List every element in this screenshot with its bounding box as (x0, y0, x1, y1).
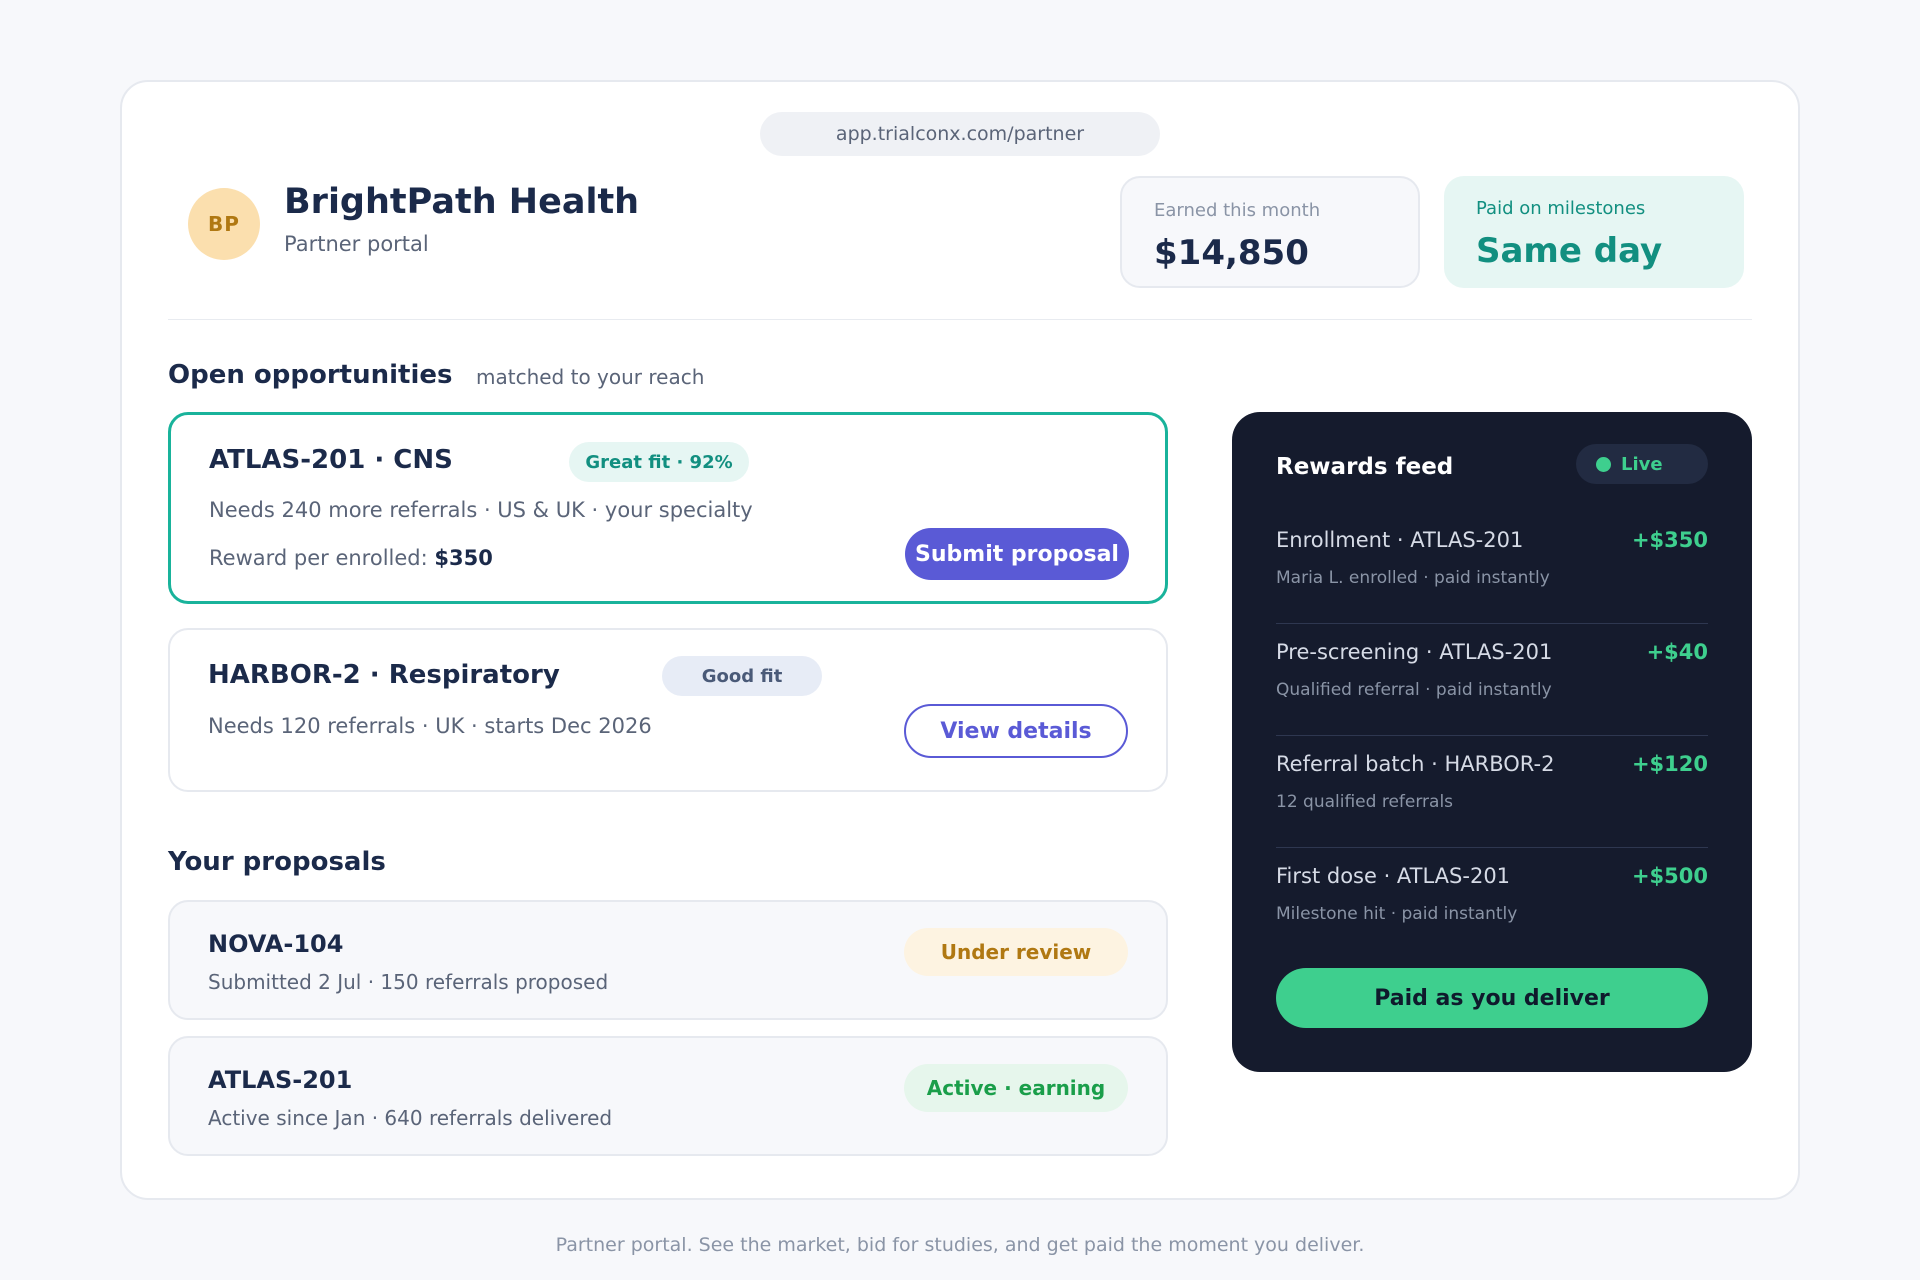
feed-item-name: First dose · ATLAS-201 (1276, 864, 1511, 888)
rewards-feed-panel: Rewards feed Live Enrollment · ATLAS-201… (1232, 412, 1752, 1072)
feed-item-amount: +$40 (1646, 640, 1708, 664)
status-badge: Active · earning (904, 1064, 1128, 1112)
rewards-feed-title: Rewards feed (1276, 454, 1454, 480)
feed-item: Enrollment · ATLAS-201 +$350 Maria L. en… (1276, 512, 1708, 624)
paid-stat-value: Same day (1476, 231, 1663, 271)
feed-item-amount: +$500 (1631, 864, 1708, 888)
fit-badge: Good fit (662, 656, 822, 696)
proposals-title: Your proposals (168, 847, 386, 877)
footer-caption: Partner portal. See the market, bid for … (555, 1234, 1365, 1256)
opportunity-details: Needs 120 referrals · UK · starts Dec 20… (208, 714, 652, 738)
earned-stat-label: Earned this month (1154, 200, 1321, 221)
proposal-details: Active since Jan · 640 referrals deliver… (208, 1106, 613, 1130)
feed-item-sub: 12 qualified referrals (1276, 792, 1454, 812)
reward-line: Reward per enrolled: $350 (209, 546, 493, 570)
live-label: Live (1621, 453, 1663, 475)
earned-stat-value: $14,850 (1154, 233, 1309, 273)
opportunities-subtitle: matched to your reach (476, 365, 705, 389)
feed-item-sub: Maria L. enrolled · paid instantly (1276, 568, 1550, 588)
feed-item-amount: +$350 (1631, 528, 1708, 552)
opportunity-title: HARBOR-2 · Respiratory (208, 660, 560, 690)
proposal-details: Submitted 2 Jul · 150 referrals proposed (208, 970, 609, 994)
status-badge: Under review (904, 928, 1128, 976)
fit-badge: Great fit · 92% (569, 442, 749, 482)
paid-stat-card: Paid on milestones Same day (1444, 176, 1744, 288)
proposal-card-nova[interactable]: NOVA-104 Submitted 2 Jul · 150 referrals… (168, 900, 1168, 1020)
earned-stat-card: Earned this month $14,850 (1120, 176, 1420, 288)
feed-item-name: Enrollment · ATLAS-201 (1276, 528, 1524, 552)
reward-label: Reward per enrolled: (209, 546, 428, 570)
live-dot-icon (1596, 456, 1611, 472)
submit-proposal-button[interactable]: Submit proposal (905, 528, 1129, 580)
feed-item-sub: Qualified referral · paid instantly (1276, 680, 1552, 700)
live-badge: Live (1576, 444, 1708, 484)
opportunity-title: ATLAS-201 · CNS (209, 445, 453, 475)
view-details-button[interactable]: View details (904, 704, 1128, 758)
header-divider (168, 319, 1752, 320)
reward-value: $350 (434, 546, 493, 570)
org-name: BrightPath Health (284, 182, 640, 222)
org-avatar: BP (188, 188, 260, 260)
opportunities-title: Open opportunities (168, 360, 453, 390)
feed-item-amount: +$120 (1631, 752, 1708, 776)
feed-item-name: Referral batch · HARBOR-2 (1276, 752, 1555, 776)
opportunity-card-atlas[interactable]: ATLAS-201 · CNS Great fit · 92% Needs 24… (168, 412, 1168, 604)
paid-stat-label: Paid on milestones (1476, 198, 1646, 219)
proposal-title: ATLAS-201 (208, 1066, 353, 1094)
feed-item-sub: Milestone hit · paid instantly (1276, 904, 1518, 924)
paid-as-you-deliver-button[interactable]: Paid as you deliver (1276, 968, 1708, 1028)
feed-item: First dose · ATLAS-201 +$500 Milestone h… (1276, 848, 1708, 960)
url-bar[interactable]: app.trialconx.com/partner (760, 112, 1160, 156)
feed-item: Pre-screening · ATLAS-201 +$40 Qualified… (1276, 624, 1708, 736)
opportunity-details: Needs 240 more referrals · US & UK · you… (209, 498, 753, 522)
feed-item: Referral batch · HARBOR-2 +$120 12 quali… (1276, 736, 1708, 848)
proposal-card-atlas[interactable]: ATLAS-201 Active since Jan · 640 referra… (168, 1036, 1168, 1156)
page-subtitle: Partner portal (284, 232, 429, 256)
proposal-title: NOVA-104 (208, 930, 344, 958)
opportunity-card-harbor[interactable]: HARBOR-2 · Respiratory Good fit Needs 12… (168, 628, 1168, 792)
feed-item-name: Pre-screening · ATLAS-201 (1276, 640, 1553, 664)
